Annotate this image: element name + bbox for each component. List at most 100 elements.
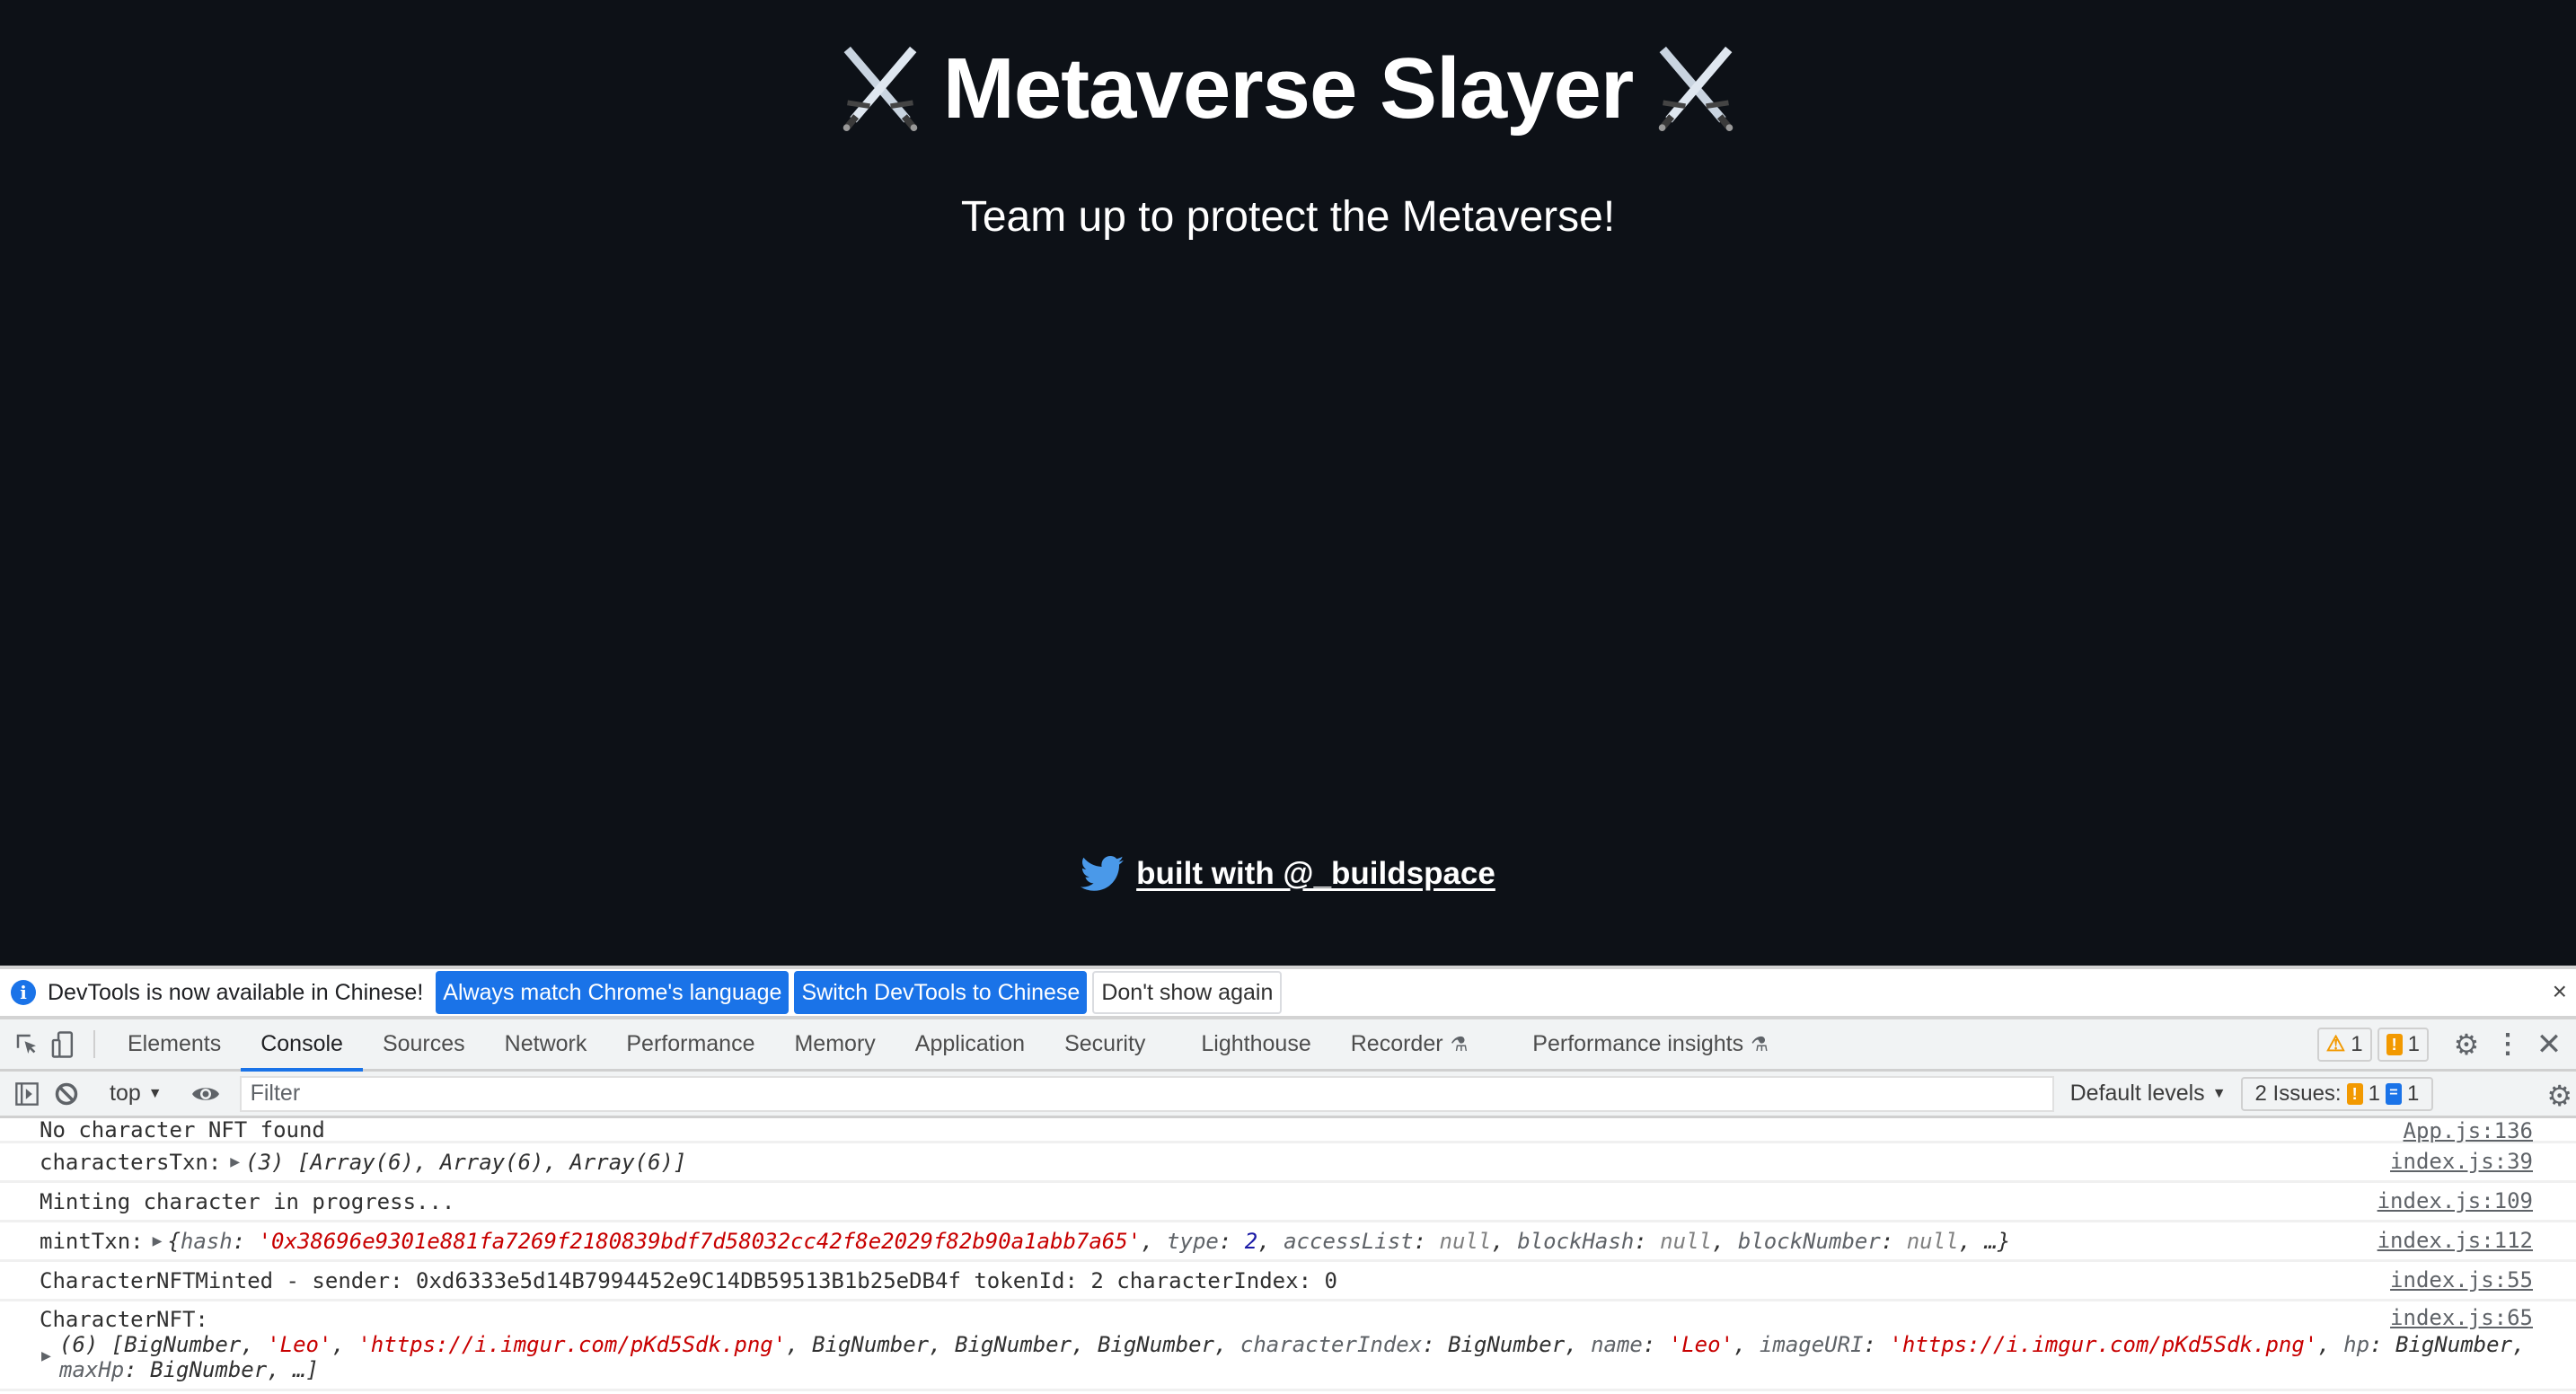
warnings-badge[interactable]: ⚠ 1 xyxy=(2316,1027,2372,1062)
tab-label: Network xyxy=(504,1031,587,1056)
issues-counter-button[interactable]: 2 Issues: ! 1 = 1 xyxy=(2240,1076,2434,1111)
devtools-tabbar: Elements Console Sources Network Perform… xyxy=(0,1019,2576,1072)
warning-icon: ⚠ xyxy=(2325,1032,2346,1056)
object-preview[interactable]: {hash: '0x38696e9301e881fa7269f2180839bd… xyxy=(167,1229,2010,1254)
log-levels-label: Default levels xyxy=(2069,1081,2205,1106)
device-toolbar-icon[interactable] xyxy=(45,1019,81,1069)
title-row: Metaverse Slayer xyxy=(0,40,2576,138)
errors-badge[interactable]: ! 1 xyxy=(2377,1027,2429,1062)
console-message: No character NFT found App.js:136 xyxy=(0,1116,2576,1143)
expand-arrow-icon[interactable]: ▶ xyxy=(230,1152,240,1171)
property-key: blockHash xyxy=(1517,1228,1635,1254)
buildspace-link[interactable]: built with @_buildspace xyxy=(1136,856,1495,892)
console-message: charactersTxn: ▶ (3) [Array(6), Array(6)… xyxy=(0,1143,2576,1183)
log-levels-dropdown[interactable]: Default levels ▼ xyxy=(2070,1081,2227,1107)
tab-label: Console xyxy=(260,1031,343,1056)
footer: built with @_buildspace xyxy=(0,855,2576,893)
inspect-element-icon[interactable] xyxy=(9,1019,45,1069)
tab-console[interactable]: Console xyxy=(241,1019,363,1072)
source-link[interactable]: index.js:112 xyxy=(2378,1228,2533,1253)
source-link[interactable]: index.js:109 xyxy=(2378,1188,2533,1213)
close-icon[interactable]: × xyxy=(2553,977,2567,1006)
message-text: CharacterNFTMinted - sender: 0xd6333e5d1… xyxy=(40,1267,1337,1293)
tab-security[interactable]: Security xyxy=(1045,1019,1181,1069)
live-expression-eye-icon[interactable] xyxy=(186,1071,225,1117)
dont-show-again-button[interactable]: Don't show again xyxy=(1092,971,1283,1014)
issues-label: 2 Issues: xyxy=(2254,1081,2342,1106)
string-value: 'https://i.imgur.com/pKd5Sdk.png' xyxy=(1889,1332,2318,1357)
console-message: CharacterNFT: ▶ (6) [BigNumber, 'Leo', '… xyxy=(0,1301,2576,1391)
dropdown-arrow-icon: ▼ xyxy=(2211,1085,2227,1101)
console-settings-gear-icon[interactable]: ⚙ xyxy=(2546,1079,2572,1113)
issues-info-count: 1 xyxy=(2406,1081,2420,1106)
console-filter-input[interactable] xyxy=(239,1075,2054,1112)
property-key: accessList xyxy=(1284,1228,1414,1254)
property-key: name xyxy=(1591,1332,1643,1357)
tab-label: Performance insights xyxy=(1532,1031,1744,1056)
string-value: '0x38696e9301e881fa7269f2180839bdf7d5803… xyxy=(258,1228,1142,1254)
issues-warning-count: 1 xyxy=(2368,1081,2380,1106)
more-options-icon[interactable]: ⋮ xyxy=(2490,1028,2526,1060)
property-key: blockNumber xyxy=(1737,1228,1881,1254)
number-value: 2 xyxy=(1244,1228,1258,1254)
array-mid: , BigNumber, BigNumber, BigNumber, xyxy=(786,1332,1240,1357)
value: BigNumber xyxy=(2395,1332,2513,1357)
console-message: Minting character in progress... index.j… xyxy=(0,1183,2576,1222)
twitter-icon xyxy=(1081,855,1125,891)
console-output: No character NFT found App.js:136 charac… xyxy=(0,1116,2576,1391)
source-link[interactable]: App.js:136 xyxy=(2404,1118,2534,1143)
page-subtitle: Team up to protect the Metaverse! xyxy=(960,193,1616,241)
expand-arrow-icon[interactable]: ▶ xyxy=(41,1346,51,1365)
source-link[interactable]: index.js:39 xyxy=(2390,1149,2533,1174)
tab-performance[interactable]: Performance xyxy=(606,1019,774,1069)
object-preview[interactable]: (6) [BigNumber, 'Leo', 'https://i.imgur.… xyxy=(40,1332,2525,1357)
ellipsis: …] xyxy=(293,1357,320,1382)
tab-elements[interactable]: Elements xyxy=(108,1019,241,1069)
tabbar-right-controls: ⚠ 1 ! 1 ⚙ ⋮ ✕ xyxy=(2316,1019,2576,1069)
tab-application[interactable]: Application xyxy=(895,1019,1045,1069)
context-label: top xyxy=(110,1081,141,1106)
settings-gear-icon[interactable]: ⚙ xyxy=(2448,1028,2484,1062)
expand-arrow-icon[interactable]: ▶ xyxy=(153,1231,163,1250)
tab-network[interactable]: Network xyxy=(485,1019,607,1069)
console-message: CharacterNFTMinted - sender: 0xd6333e5d1… xyxy=(0,1262,2576,1301)
clear-console-icon[interactable] xyxy=(47,1071,86,1117)
property-key: hash xyxy=(180,1228,233,1254)
message-prefix: mintTxn: xyxy=(40,1228,144,1254)
tab-label: Memory xyxy=(794,1031,876,1056)
tab-performance-insights[interactable]: Performance insights ⚗ xyxy=(1513,1019,1788,1069)
divider xyxy=(93,1030,95,1058)
tab-sources[interactable]: Sources xyxy=(363,1019,485,1069)
crossed-swords-icon xyxy=(842,46,917,132)
tab-memory[interactable]: Memory xyxy=(774,1019,895,1069)
switch-to-chinese-button[interactable]: Switch DevTools to Chinese xyxy=(794,971,1088,1014)
tab-recorder[interactable]: Recorder ⚗ xyxy=(1331,1019,1513,1069)
match-language-button[interactable]: Always match Chrome's language xyxy=(436,971,790,1014)
tab-label: Application xyxy=(914,1031,1026,1056)
warnings-count: 1 xyxy=(2351,1031,2363,1056)
string-value: 'Leo' xyxy=(1668,1332,1734,1357)
null-value: null xyxy=(1906,1228,1959,1254)
devtools-panel: i DevTools is now available in Chinese! … xyxy=(0,966,2576,1394)
message-text: No character NFT found xyxy=(40,1116,325,1143)
sidebar-toggle-icon[interactable] xyxy=(7,1071,47,1117)
property-key: type xyxy=(1167,1228,1219,1254)
message-prefix: charactersTxn: xyxy=(40,1149,222,1175)
tab-label: Sources xyxy=(382,1031,465,1056)
source-link[interactable]: index.js:55 xyxy=(2390,1267,2533,1293)
null-value: null xyxy=(1439,1228,1492,1254)
tab-lighthouse[interactable]: Lighthouse xyxy=(1181,1019,1330,1069)
property-key: hp xyxy=(2343,1332,2370,1357)
string-value: 'Leo' xyxy=(267,1332,332,1357)
context-selector[interactable]: top ▼ xyxy=(102,1081,170,1107)
experimental-flask-icon: ⚗ xyxy=(1751,1032,1769,1055)
crossed-swords-icon xyxy=(1658,46,1734,132)
string-value: 'https://i.imgur.com/pKd5Sdk.png' xyxy=(357,1332,787,1357)
close-devtools-icon[interactable]: ✕ xyxy=(2531,1027,2567,1063)
console-toolbar: top ▼ Default levels ▼ 2 Issues: ! 1 = 1… xyxy=(0,1072,2576,1118)
page-title: Metaverse Slayer xyxy=(942,40,1635,137)
tab-label: Recorder xyxy=(1350,1031,1443,1056)
experimental-flask-icon: ⚗ xyxy=(1450,1032,1469,1055)
object-preview[interactable]: (3) [Array(6), Array(6), Array(6)] xyxy=(245,1150,686,1175)
source-link[interactable]: index.js:65 xyxy=(2390,1305,2533,1330)
